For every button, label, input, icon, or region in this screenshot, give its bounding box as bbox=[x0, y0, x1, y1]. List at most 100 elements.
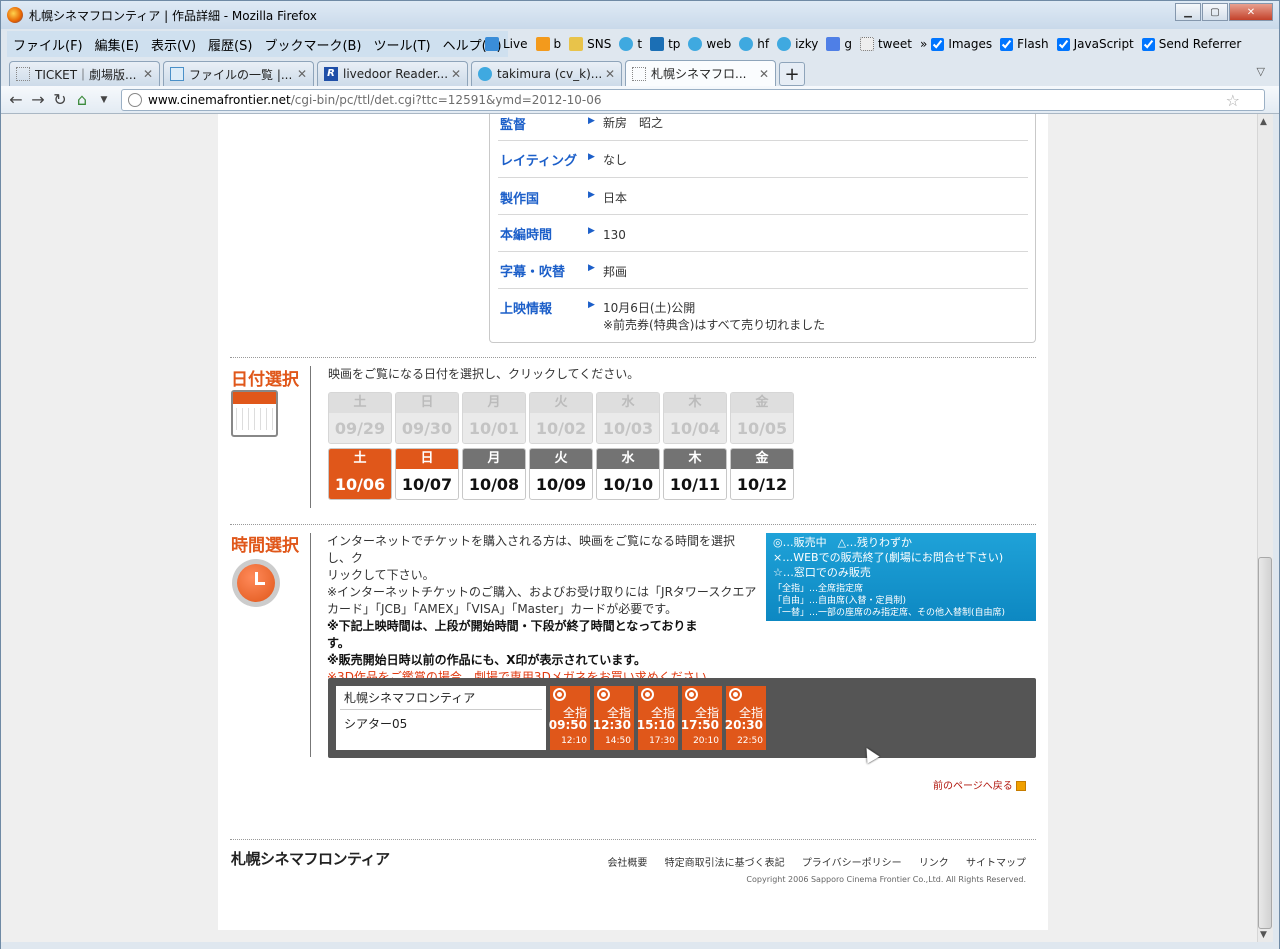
images-checkbox[interactable] bbox=[931, 37, 945, 51]
bookmark-live[interactable]: Live bbox=[485, 37, 528, 51]
close-window-button[interactable]: ✕ bbox=[1229, 3, 1273, 21]
title-bar[interactable]: 札幌シネマフロンティア | 作品詳細 - Mozilla Firefox ▁ ▢… bbox=[1, 1, 1279, 29]
date-label: 10/07 bbox=[401, 475, 453, 494]
bookmark-izky[interactable]: izky bbox=[777, 37, 818, 51]
scroll-down-arrow-icon[interactable]: ▼ bbox=[1260, 930, 1267, 940]
menu-bookmarks[interactable]: ブックマーク(B) bbox=[264, 35, 361, 54]
reload-icon[interactable]: ↻ bbox=[53, 90, 67, 109]
back-icon[interactable]: ← bbox=[9, 90, 23, 109]
bookmark-sns[interactable]: SNS bbox=[569, 37, 611, 51]
day-of-week: 水 bbox=[597, 393, 659, 413]
bookmark-tp[interactable]: tp bbox=[650, 37, 680, 51]
bookmark-tweet[interactable]: tweet bbox=[859, 37, 912, 51]
date-cell-selected[interactable]: 土 10/06 bbox=[328, 448, 392, 500]
date-cell-past: 日 09/30 bbox=[395, 392, 459, 444]
day-of-week: 火 bbox=[530, 393, 592, 413]
showtime-button[interactable]: 全指 15:10 17:30 bbox=[636, 686, 678, 750]
toggle-send-referrer[interactable]: Send Referrer bbox=[1141, 37, 1241, 51]
date-cell[interactable]: 日 10/07 bbox=[395, 448, 459, 500]
close-tab-icon[interactable]: ✕ bbox=[759, 67, 769, 81]
divider bbox=[310, 533, 311, 757]
page-icon bbox=[859, 37, 874, 51]
day-of-week: 火 bbox=[530, 449, 592, 469]
divider bbox=[310, 366, 311, 508]
showtime-button[interactable]: 全指 09:50 12:10 bbox=[548, 686, 590, 750]
end-time: 17:30 bbox=[649, 736, 675, 746]
new-tab-button[interactable]: + bbox=[779, 62, 805, 86]
showtime-button[interactable]: 全指 12:30 14:50 bbox=[593, 686, 634, 750]
time-section-desc: インターネットでチケットを購入される方は、映画をご覧になる時間を選択し、ク リッ… bbox=[327, 534, 757, 684]
date-cell[interactable]: 木 10/11 bbox=[663, 448, 727, 500]
tab-ticket[interactable]: TICKET｜劇場版... ✕ bbox=[9, 61, 160, 86]
footer-link-links[interactable]: リンク bbox=[919, 858, 949, 869]
info-row-subtitle: 字幕・吹替 ▶ 邦画 bbox=[498, 252, 1028, 289]
tab-takimura[interactable]: takimura (cv_k)... ✕ bbox=[471, 61, 622, 86]
bookmark-hf[interactable]: hf bbox=[739, 37, 769, 51]
date-cell[interactable]: 火 10/09 bbox=[529, 448, 593, 500]
start-time: 09:50 bbox=[548, 718, 587, 732]
footer-link-company[interactable]: 会社概要 bbox=[607, 858, 647, 869]
toggle-javascript[interactable]: JavaScript bbox=[1056, 37, 1134, 51]
window-title: 札幌シネマフロンティア | 作品詳細 - Mozilla Firefox bbox=[29, 8, 317, 23]
toggle-flash[interactable]: Flash bbox=[1000, 37, 1049, 51]
date-cell[interactable]: 金 10/12 bbox=[730, 448, 794, 500]
bookmark-star-icon[interactable]: ☆ bbox=[1226, 91, 1240, 110]
send-referrer-checkbox[interactable] bbox=[1141, 37, 1155, 51]
firefox-logo-icon bbox=[7, 7, 23, 23]
page-icon bbox=[632, 66, 646, 81]
bookmark-b[interactable]: b bbox=[535, 37, 561, 51]
footer-logo: 札幌シネマフロンティア bbox=[231, 850, 390, 868]
movie-info-box: 監督 ▶ 新房 昭之 レイティング ▶ なし 製作国 ▶ 日本 本編時間 ▶ 130 字幕・吹替… bbox=[489, 114, 1036, 343]
date-cell[interactable]: 月 10/08 bbox=[462, 448, 526, 500]
twitter-icon bbox=[478, 67, 492, 81]
home-icon[interactable]: ⌂ bbox=[75, 90, 89, 109]
date-label: 10/10 bbox=[602, 475, 654, 494]
scroll-up-arrow-icon[interactable]: ▲ bbox=[1260, 117, 1267, 127]
javascript-checkbox[interactable] bbox=[1056, 37, 1070, 51]
forward-icon[interactable]: → bbox=[31, 90, 45, 109]
date-label: 10/09 bbox=[535, 475, 587, 494]
menu-view[interactable]: 表示(V) bbox=[151, 35, 196, 54]
footer-link-sitemap[interactable]: サイトマップ bbox=[966, 858, 1026, 869]
bookmark-g[interactable]: g bbox=[826, 37, 852, 51]
close-tab-icon[interactable]: ✕ bbox=[605, 67, 615, 81]
date-cell-past: 金 10/05 bbox=[730, 392, 794, 444]
dropdown-arrow-icon[interactable]: ▼ bbox=[97, 95, 111, 105]
menu-file[interactable]: ファイル(F) bbox=[13, 35, 83, 54]
start-time: 15:10 bbox=[636, 718, 675, 732]
tab-livedoor-reader[interactable]: Rlivedoor Reader... ✕ bbox=[317, 61, 468, 86]
footer-link-privacy[interactable]: プライバシーポリシー bbox=[802, 858, 902, 869]
menu-history[interactable]: 履歴(S) bbox=[208, 35, 252, 54]
arrow-right-icon: ▶ bbox=[588, 226, 595, 236]
tab-file-list[interactable]: ファイルの一覧 |... ✕ bbox=[163, 61, 314, 86]
date-label: 09/29 bbox=[329, 413, 391, 443]
clock-icon bbox=[232, 559, 280, 607]
showtime-button[interactable]: 全指 20:30 22:50 bbox=[725, 686, 766, 750]
back-page-link[interactable]: 前のページへ戻る bbox=[933, 777, 1026, 792]
flash-checkbox[interactable] bbox=[1000, 37, 1014, 51]
start-time: 17:50 bbox=[680, 718, 719, 732]
status-legend: ◎…販売中 △…残りわずか ×…WEBでの販売終了(劇場にお問合せ下さい) ☆…… bbox=[766, 533, 1036, 621]
minimize-button[interactable]: ▁ bbox=[1175, 3, 1201, 21]
bookmark-web[interactable]: web bbox=[688, 37, 731, 51]
close-tab-icon[interactable]: ✕ bbox=[451, 67, 461, 81]
camera-icon bbox=[650, 37, 665, 51]
showtime-button[interactable]: 全指 17:50 20:10 bbox=[680, 686, 722, 750]
footer-link-legal[interactable]: 特定商取引法に基づく表記 bbox=[665, 858, 785, 869]
toggle-images[interactable]: Images bbox=[931, 37, 992, 51]
date-cell-past: 水 10/03 bbox=[596, 392, 660, 444]
close-tab-icon[interactable]: ✕ bbox=[143, 67, 153, 81]
chevron-more-icon[interactable]: » bbox=[920, 37, 927, 51]
on-sale-icon bbox=[641, 688, 654, 701]
menu-edit[interactable]: 編集(E) bbox=[95, 35, 139, 54]
tab-list-chevron-icon[interactable]: ▽ bbox=[1257, 65, 1265, 78]
menu-tools[interactable]: ツール(T) bbox=[374, 35, 431, 54]
bookmark-t[interactable]: t bbox=[619, 37, 642, 51]
url-bar[interactable]: www.cinemafrontier.net/cgi-bin/pc/ttl/de… bbox=[121, 89, 1265, 111]
date-cell[interactable]: 水 10/10 bbox=[596, 448, 660, 500]
day-of-week: 日 bbox=[396, 393, 458, 413]
maximize-button[interactable]: ▢ bbox=[1202, 3, 1228, 21]
tab-cinema-frontier[interactable]: 札幌シネマフロ... ✕ bbox=[625, 60, 776, 86]
close-tab-icon[interactable]: ✕ bbox=[297, 67, 307, 81]
scrollbar-thumb[interactable] bbox=[1258, 557, 1272, 929]
